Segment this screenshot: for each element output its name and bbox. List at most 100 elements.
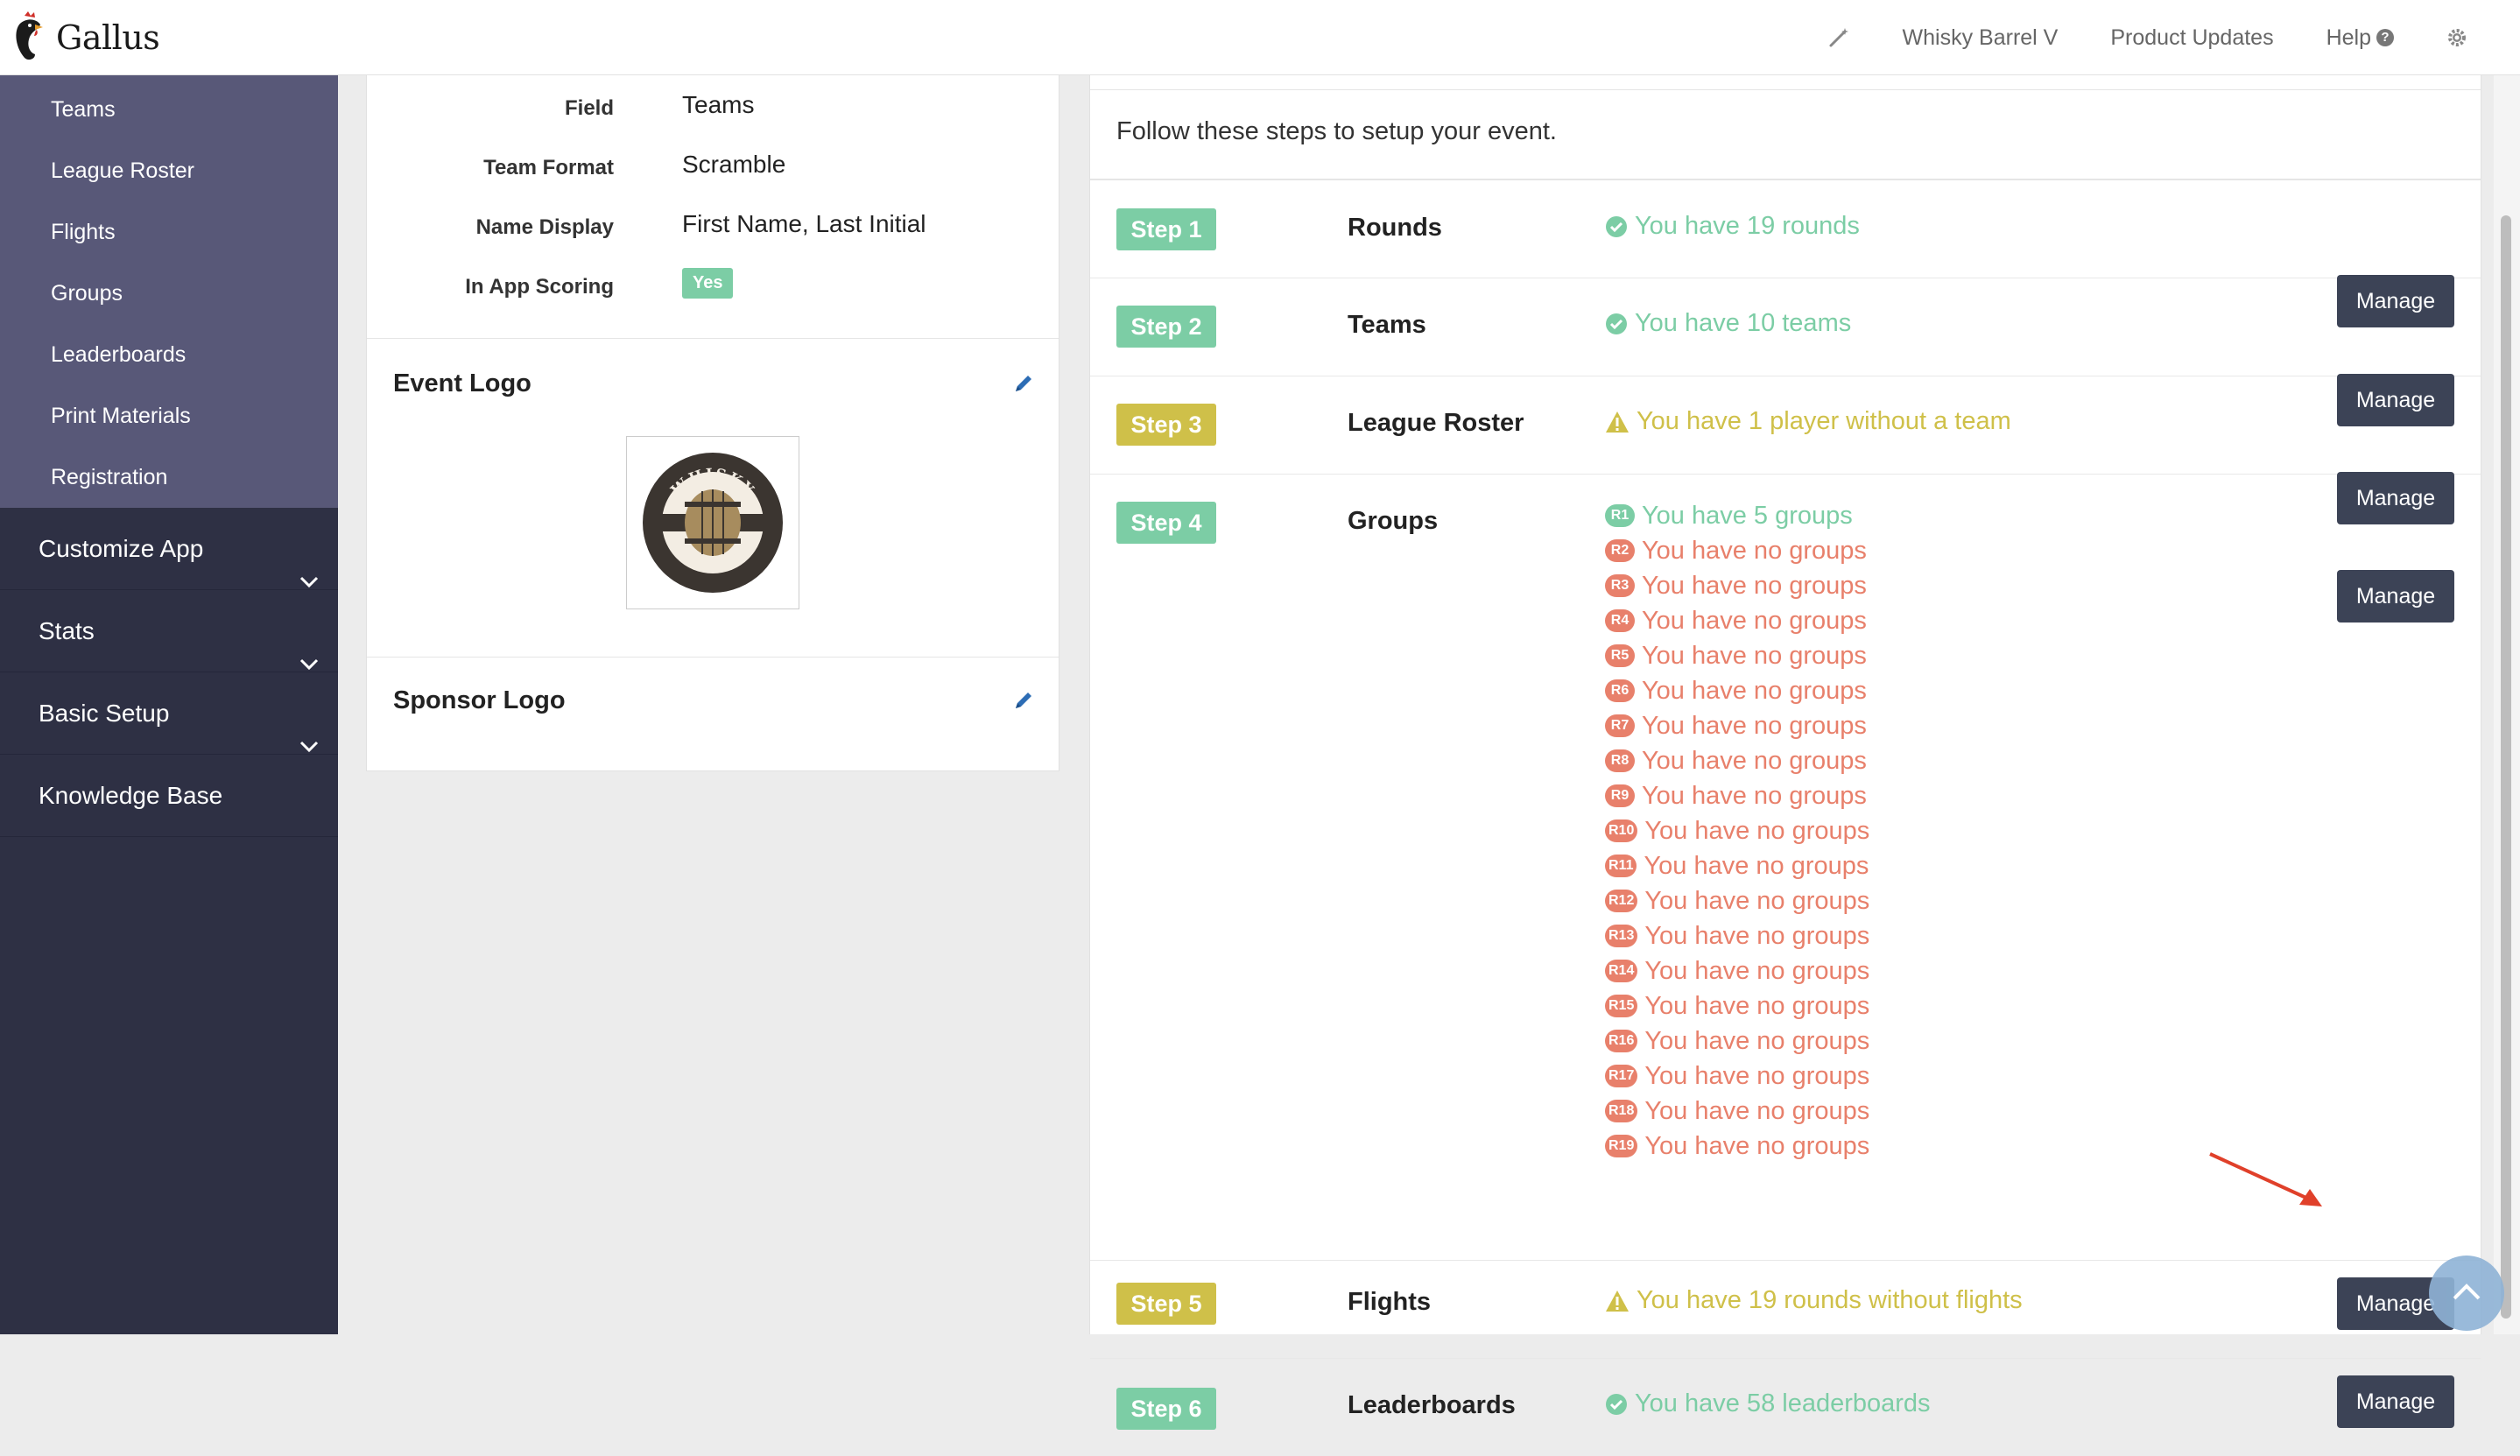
group-status-line: R3 You have no groups: [1605, 568, 1869, 603]
brand-name: Gallus: [56, 18, 160, 57]
step-status-text: You have 58 leaderboards: [1635, 1389, 1931, 1417]
team-format-label: Team Format: [483, 156, 614, 179]
sidebar-section-stats[interactable]: Stats: [0, 590, 338, 672]
group-status-text: You have no groups: [1644, 851, 1869, 880]
sidebar-section-label: Stats: [39, 617, 95, 644]
team-format-row: Team Format Scramble: [367, 149, 1059, 184]
sidebar-section-knowledge-base[interactable]: Knowledge Base: [0, 755, 338, 837]
round-badge: R13: [1605, 925, 1638, 947]
sidebar-item-teams[interactable]: Teams: [0, 79, 338, 140]
step-status: You have 1 player without a team: [1605, 407, 2011, 436]
group-status-text: You have no groups: [1644, 886, 1870, 915]
group-status-text: You have no groups: [1642, 536, 1867, 565]
sidebar-item-groups[interactable]: Groups: [0, 263, 338, 324]
sidebar-subnav: Teams League Roster Flights Groups Leade…: [0, 75, 338, 508]
step-name: Teams: [1348, 311, 1426, 339]
step-row-rounds: Step 1 Rounds You have 19 rounds Manage: [1090, 180, 2481, 327]
sidebar-item-leaderboards[interactable]: Leaderboards: [0, 324, 338, 385]
group-status-line: R14 You have no groups: [1605, 953, 1869, 988]
sidebar-item-league-roster[interactable]: League Roster: [0, 140, 338, 201]
check-circle-icon: [1605, 313, 1628, 335]
group-status-text: You have no groups: [1642, 571, 1867, 600]
setup-intro-text: Follow these steps to setup your event.: [1116, 117, 1557, 145]
top-bar: Gallus Whisky Barrel V Product Updates H…: [0, 0, 2520, 75]
group-status-line: R17 You have no groups: [1605, 1059, 1869, 1094]
sidebar-item-print-materials[interactable]: Print Materials: [0, 385, 338, 447]
magic-wand-icon[interactable]: [1827, 26, 1850, 49]
step-badge: Step 5: [1116, 1283, 1216, 1325]
round-badge: R2: [1605, 539, 1635, 562]
edit-sponsor-logo-pencil-icon[interactable]: [1013, 690, 1034, 715]
scrollbar-thumb[interactable]: [2501, 215, 2511, 1319]
field-row: Field Teams: [367, 89, 1059, 124]
step-badge: Step 6: [1116, 1388, 1216, 1430]
name-display-value: First Name, Last Initial: [682, 210, 926, 237]
step-row-groups: Step 4 Groups R1 You have 5 groups R2 You …: [1090, 474, 2481, 1261]
step-name: Flights: [1348, 1288, 1432, 1316]
step-badge: Step 1: [1116, 208, 1216, 250]
round-badge: R9: [1605, 784, 1635, 807]
group-status-line: R19 You have no groups: [1605, 1129, 1869, 1164]
round-badge: R14: [1605, 960, 1638, 982]
rooster-logo-icon: [12, 11, 51, 66]
step-badge: Step 2: [1116, 306, 1216, 348]
sidebar-section-customize-app[interactable]: Customize App: [0, 508, 338, 590]
group-status-text: You have no groups: [1642, 711, 1867, 740]
in-app-scoring-label: In App Scoring: [465, 275, 614, 299]
group-status-text: You have no groups: [1644, 1096, 1870, 1125]
brand[interactable]: Gallus: [12, 11, 160, 66]
groups-status-list: R1 You have 5 groups R2 You have no groups…: [1605, 498, 1869, 1164]
edit-event-logo-pencil-icon[interactable]: [1013, 373, 1034, 398]
round-badge: R17: [1605, 1065, 1638, 1087]
event-logo-title: Event Logo: [393, 369, 531, 397]
event-logo-image: WHISKY BARREL GOLF: [626, 436, 799, 609]
step-row-leaderboards: Step 6 Leaderboards You have 58 leaderbo…: [1090, 1358, 2481, 1456]
group-status-text: You have no groups: [1644, 816, 1870, 845]
step-row-flights: Step 5 Flights You have 19 rounds withou…: [1090, 1260, 2481, 1359]
round-badge: R16: [1605, 1030, 1638, 1052]
step-status: You have 19 rounds without flights: [1605, 1286, 2023, 1315]
step-row-teams: Step 2 Teams You have 10 teams Manage: [1090, 278, 2481, 426]
sidebar-section-basic-setup[interactable]: Basic Setup: [0, 672, 338, 755]
round-badge: R18: [1605, 1100, 1638, 1122]
event-details-panel: Field Teams Team Format Scramble Name Di…: [366, 75, 1059, 771]
round-badge: R5: [1605, 644, 1635, 667]
step-status-text: You have 19 rounds without flights: [1637, 1286, 2023, 1314]
group-status-line: R5 You have no groups: [1605, 638, 1869, 673]
group-status-line: R8 You have no groups: [1605, 743, 1869, 778]
warning-triangle-icon: [1605, 1290, 1630, 1312]
setup-steps-panel: Follow these steps to setup your event. …: [1089, 75, 2481, 1430]
scroll-to-top-button[interactable]: [2429, 1256, 2504, 1331]
group-status-line: R15 You have no groups: [1605, 988, 1869, 1023]
group-status-text: You have no groups: [1644, 1061, 1870, 1090]
group-status-text: You have no groups: [1642, 606, 1867, 635]
event-switcher-link[interactable]: Whisky Barrel V: [1903, 25, 2059, 51]
divider: [367, 338, 1059, 339]
round-badge: R11: [1605, 855, 1637, 877]
step-name: Groups: [1348, 507, 1439, 535]
page-scrollbar[interactable]: [2494, 75, 2520, 1334]
round-badge: R8: [1605, 749, 1635, 772]
step-name: Leaderboards: [1348, 1391, 1516, 1419]
field-value: Teams: [682, 91, 755, 118]
manage-groups-button[interactable]: Manage: [2337, 570, 2454, 622]
sidebar-item-flights[interactable]: Flights: [0, 201, 338, 263]
chevron-up-icon: [2452, 1282, 2481, 1305]
product-updates-link[interactable]: Product Updates: [2110, 25, 2273, 51]
group-status-text: You have no groups: [1642, 746, 1867, 775]
help-link[interactable]: Help ?: [2326, 25, 2394, 51]
in-app-scoring-row: In App Scoring Yes: [367, 268, 1059, 303]
group-status-line: R16 You have no groups: [1605, 1023, 1869, 1059]
step-status-text: You have 1 player without a team: [1637, 407, 2011, 435]
group-status-text: You have no groups: [1642, 676, 1867, 705]
sidebar-item-registration[interactable]: Registration: [0, 447, 338, 508]
sidebar-section-label: Knowledge Base: [39, 782, 223, 809]
group-status-line: R1 You have 5 groups: [1605, 498, 1869, 533]
round-badge: R15: [1605, 995, 1638, 1017]
annotation-arrow-icon: [2207, 1150, 2329, 1216]
group-status-line: R4 You have no groups: [1605, 603, 1869, 638]
step-badge: Step 3: [1116, 404, 1216, 446]
round-badge: R19: [1605, 1135, 1638, 1157]
gear-icon[interactable]: [2446, 27, 2467, 48]
manage-leaderboards-button[interactable]: Manage: [2337, 1375, 2454, 1428]
